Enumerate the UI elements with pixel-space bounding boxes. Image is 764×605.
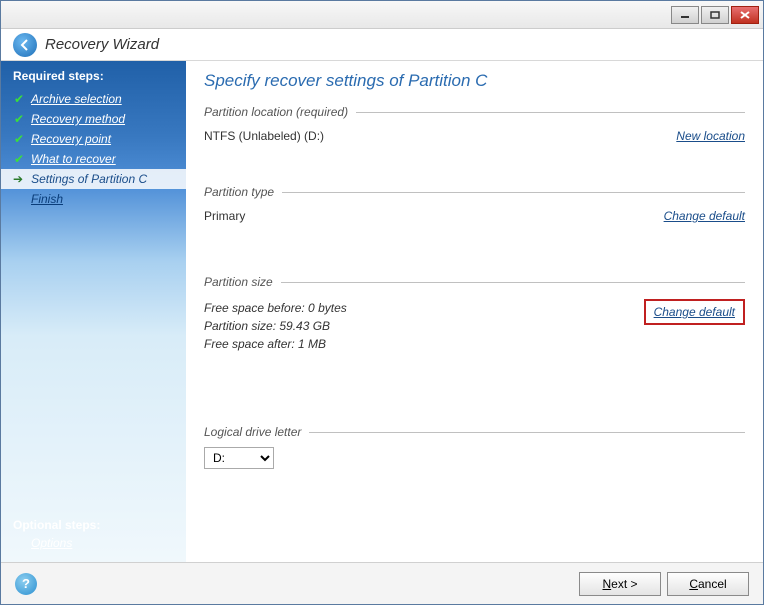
optional-steps-title: Optional steps: — [13, 518, 100, 532]
wizard-body: Required steps: ✔ Archive selection ✔ Re… — [1, 61, 763, 562]
wizard-window: Recovery Wizard Required steps: ✔ Archiv… — [0, 0, 764, 605]
free-space-after: Free space after: 1 MB — [204, 335, 347, 353]
step-recovery-method[interactable]: ✔ Recovery method — [13, 109, 186, 129]
check-icon: ✔ — [13, 112, 25, 126]
current-arrow-icon: ➔ — [13, 172, 23, 186]
maximize-icon — [710, 11, 720, 19]
drive-letter-select-wrap: D: — [204, 447, 745, 469]
required-steps-title: Required steps: — [13, 69, 186, 83]
close-icon — [740, 11, 750, 19]
header-title: Recovery Wizard — [45, 36, 159, 53]
section-label: Partition size — [204, 275, 273, 289]
titlebar — [1, 1, 763, 29]
section-partition-type: Partition type Primary Change default — [204, 185, 745, 225]
size-row: Free space before: 0 bytes Partition siz… — [204, 297, 745, 355]
step-archive-selection[interactable]: ✔ Archive selection — [13, 89, 186, 109]
section-header: Partition type — [204, 185, 745, 199]
section-header: Partition size — [204, 275, 745, 289]
step-link[interactable]: What to recover — [31, 152, 116, 166]
minimize-icon — [680, 11, 690, 19]
footer: ? Next > Cancel — [1, 562, 763, 604]
maximize-button[interactable] — [701, 6, 729, 24]
sidebar: Required steps: ✔ Archive selection ✔ Re… — [1, 61, 186, 562]
step-what-to-recover[interactable]: ✔ What to recover — [13, 149, 186, 169]
step-finish[interactable]: Finish — [13, 189, 186, 209]
section-partition-location: Partition location (required) NTFS (Unla… — [204, 105, 745, 145]
divider — [282, 192, 745, 193]
optional-steps: Optional steps: Options — [13, 518, 100, 550]
drive-letter-select[interactable]: D: — [204, 447, 274, 469]
check-icon: ✔ — [13, 132, 25, 146]
help-button[interactable]: ? — [15, 573, 37, 595]
divider — [281, 282, 745, 283]
check-icon: ✔ — [13, 92, 25, 106]
new-location-link[interactable]: New location — [676, 129, 745, 143]
divider — [309, 432, 745, 433]
header: Recovery Wizard — [1, 29, 763, 61]
minimize-button[interactable] — [671, 6, 699, 24]
type-value: Primary — [204, 209, 245, 223]
options-link[interactable]: Options — [13, 536, 100, 550]
step-recovery-point[interactable]: ✔ Recovery point — [13, 129, 186, 149]
change-default-type-link[interactable]: Change default — [664, 209, 745, 223]
page-title: Specify recover settings of Partition C — [204, 71, 745, 91]
step-link[interactable]: Recovery method — [31, 112, 125, 126]
cancel-button[interactable]: Cancel — [667, 572, 749, 596]
next-button[interactable]: Next > — [579, 572, 661, 596]
step-label: Settings of Partition C — [31, 172, 147, 186]
step-settings-partition-c: ➔ Settings of Partition C — [1, 169, 186, 189]
location-value: NTFS (Unlabeled) (D:) — [204, 129, 324, 143]
back-button[interactable] — [13, 33, 37, 57]
section-partition-size: Partition size Free space before: 0 byte… — [204, 275, 745, 355]
section-header: Partition location (required) — [204, 105, 745, 119]
section-label: Logical drive letter — [204, 425, 301, 439]
check-icon: ✔ — [13, 152, 25, 166]
close-button[interactable] — [731, 6, 759, 24]
step-link[interactable]: Recovery point — [31, 132, 111, 146]
back-arrow-icon — [18, 38, 32, 52]
divider — [356, 112, 745, 113]
step-link[interactable]: Finish — [31, 192, 63, 206]
free-space-before: Free space before: 0 bytes — [204, 299, 347, 317]
section-drive-letter: Logical drive letter D: — [204, 425, 745, 469]
type-row: Primary Change default — [204, 207, 745, 225]
location-row: NTFS (Unlabeled) (D:) New location — [204, 127, 745, 145]
partition-size-value: Partition size: 59.43 GB — [204, 317, 347, 335]
section-label: Partition location (required) — [204, 105, 348, 119]
step-link[interactable]: Archive selection — [31, 92, 122, 106]
change-default-size-link[interactable]: Change default — [644, 299, 745, 325]
section-header: Logical drive letter — [204, 425, 745, 439]
section-label: Partition type — [204, 185, 274, 199]
size-values: Free space before: 0 bytes Partition siz… — [204, 299, 347, 353]
main-panel: Specify recover settings of Partition C … — [186, 61, 763, 562]
